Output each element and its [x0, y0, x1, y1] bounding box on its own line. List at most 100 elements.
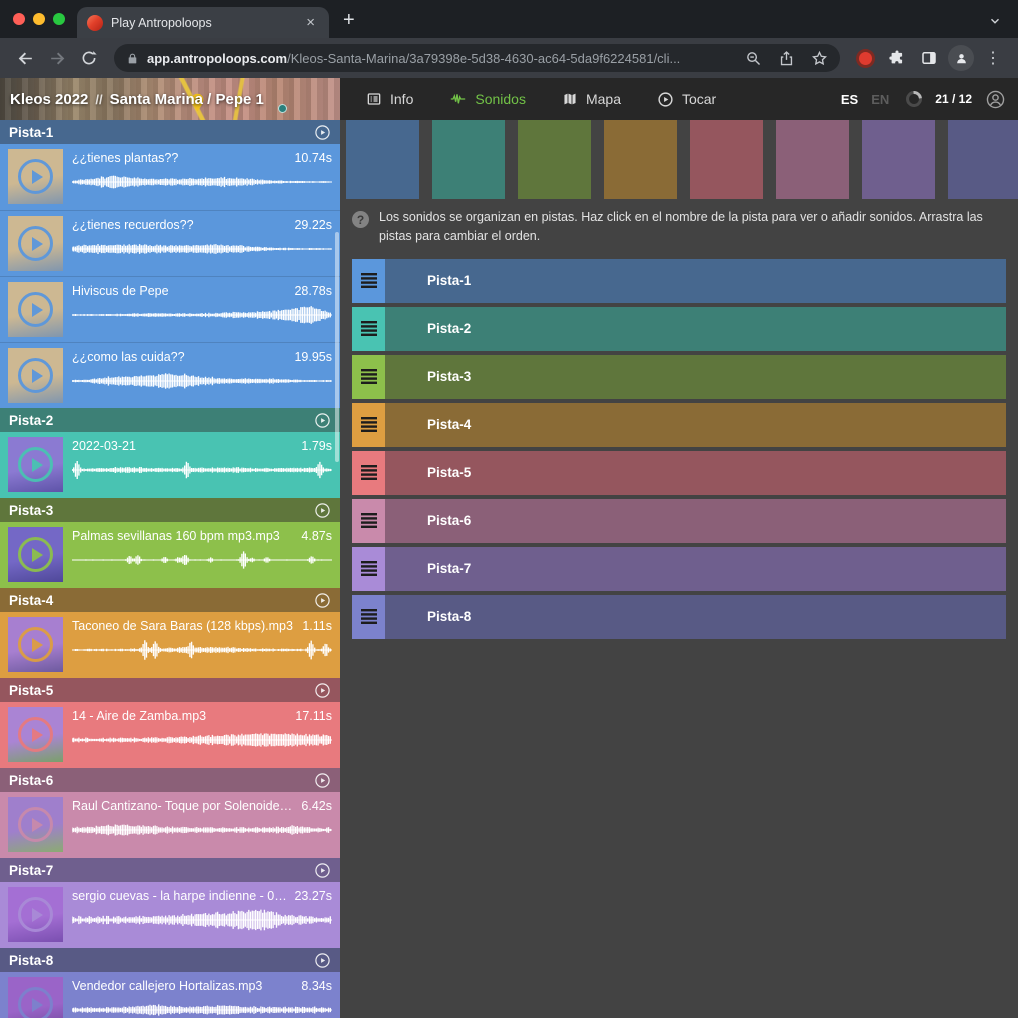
tab-close-icon[interactable]: × [302, 13, 319, 32]
drag-handle[interactable] [352, 595, 385, 639]
track-play-button[interactable] [314, 862, 331, 879]
drag-handle[interactable] [352, 499, 385, 543]
track-header[interactable]: Pista-4 [0, 588, 340, 612]
share-icon[interactable] [778, 50, 795, 67]
clip-play-button[interactable] [18, 358, 53, 393]
audio-clip[interactable]: ¿¿tienes plantas?? 10.74s [0, 144, 340, 210]
track-row[interactable]: Pista-5 [352, 451, 1006, 495]
track-header[interactable]: Pista-3 [0, 498, 340, 522]
clip-waveform[interactable] [72, 370, 332, 392]
track-header[interactable]: Pista-7 [0, 858, 340, 882]
nav-item-mapa[interactable]: Mapa [562, 91, 621, 107]
drag-handle[interactable] [352, 403, 385, 447]
clip-waveform[interactable] [72, 238, 332, 260]
track-color-swatch[interactable] [518, 120, 591, 199]
track-header[interactable]: Pista-8 [0, 948, 340, 972]
back-icon[interactable] [10, 43, 40, 73]
clip-waveform[interactable] [72, 459, 332, 481]
track-header[interactable]: Pista-5 [0, 678, 340, 702]
audio-clip[interactable]: Taconeo de Sara Baras (128 kbps).mp3 1.1… [0, 612, 340, 678]
browser-menu-kebab-icon[interactable]: ⋮ [978, 43, 1008, 73]
audio-clip[interactable]: Raul Cantizano- Toque por Solenoide.mp3 … [0, 792, 340, 858]
sidebar-scrollbar-thumb[interactable] [335, 232, 339, 462]
drag-handle[interactable] [352, 547, 385, 591]
track-row[interactable]: Pista-1 [352, 259, 1006, 303]
track-row[interactable]: Pista-3 [352, 355, 1006, 399]
language-es-button[interactable]: ES [841, 92, 858, 107]
audio-clip[interactable]: Vendedor callejero Hortalizas.mp3 8.34s [0, 972, 340, 1018]
window-close-button[interactable] [13, 13, 25, 25]
nav-item-sonidos[interactable]: Sonidos [449, 91, 526, 107]
drag-handle[interactable] [352, 355, 385, 399]
clip-play-button[interactable] [18, 807, 53, 842]
track-header[interactable]: Pista-2 [0, 408, 340, 432]
clip-play-button[interactable] [18, 627, 53, 662]
clip-waveform[interactable] [72, 909, 332, 931]
track-play-button[interactable] [314, 952, 331, 969]
clip-play-button[interactable] [18, 717, 53, 752]
track-header[interactable]: Pista-6 [0, 768, 340, 792]
audio-clip[interactable]: 2022-03-21 1.79s [0, 432, 340, 498]
track-color-swatch[interactable] [776, 120, 849, 199]
side-panel-icon[interactable] [914, 43, 944, 73]
audio-clip[interactable]: sergio cuevas - la harpe indienne - 03 -… [0, 882, 340, 948]
track-header[interactable]: Pista-1 [0, 120, 340, 144]
record-extension-icon[interactable] [850, 43, 880, 73]
language-en-button[interactable]: EN [871, 92, 889, 107]
url-bar[interactable]: app.antropoloops.com/Kleos-Santa-Marina/… [114, 44, 840, 72]
track-row[interactable]: Pista-7 [352, 547, 1006, 591]
clip-play-button[interactable] [18, 897, 53, 932]
track-row[interactable]: Pista-4 [352, 403, 1006, 447]
forward-icon[interactable] [42, 43, 72, 73]
clip-waveform[interactable] [72, 639, 332, 661]
clip-play-button[interactable] [18, 987, 53, 1018]
track-play-button[interactable] [314, 592, 331, 609]
track-row[interactable]: Pista-8 [352, 595, 1006, 639]
window-zoom-button[interactable] [53, 13, 65, 25]
nav-item-info[interactable]: Info [366, 91, 413, 107]
clip-play-button[interactable] [18, 292, 53, 327]
track-play-button[interactable] [314, 502, 331, 519]
track-play-button[interactable] [314, 412, 331, 429]
track-color-swatch[interactable] [862, 120, 935, 199]
track-color-swatch[interactable] [346, 120, 419, 199]
clip-play-button[interactable] [18, 159, 53, 194]
clip-waveform[interactable] [72, 304, 332, 326]
browser-tab[interactable]: Play Antropoloops × [77, 7, 329, 38]
audio-clip[interactable]: ¿¿como las cuida?? 19.95s [0, 342, 340, 408]
track-row[interactable]: Pista-6 [352, 499, 1006, 543]
clip-waveform[interactable] [72, 819, 332, 841]
track-play-button[interactable] [314, 772, 331, 789]
audio-clip[interactable]: Palmas sevillanas 160 bpm mp3.mp3 4.87s [0, 522, 340, 588]
nav-item-tocar[interactable]: Tocar [657, 91, 716, 108]
extensions-puzzle-icon[interactable] [882, 43, 912, 73]
track-play-button[interactable] [314, 682, 331, 699]
window-minimize-button[interactable] [33, 13, 45, 25]
clip-waveform[interactable] [72, 171, 332, 193]
track-color-swatch[interactable] [690, 120, 763, 199]
track-color-swatch[interactable] [604, 120, 677, 199]
audio-clip[interactable]: 14 - Aire de Zamba.mp3 17.11s [0, 702, 340, 768]
clip-waveform[interactable] [72, 729, 332, 751]
project-map-thumbnail[interactable]: Kleos 2022 // Santa Marina / Pepe 1 [0, 78, 340, 120]
bookmark-star-icon[interactable] [811, 50, 828, 67]
drag-handle[interactable] [352, 259, 385, 303]
zoom-out-icon[interactable] [745, 50, 762, 67]
browser-profile-avatar[interactable] [946, 43, 976, 73]
reload-icon[interactable] [74, 43, 104, 73]
track-row[interactable]: Pista-2 [352, 307, 1006, 351]
account-icon[interactable] [985, 89, 1006, 110]
tab-search-chevron-icon[interactable] [988, 14, 1002, 28]
track-play-button[interactable] [314, 124, 331, 141]
audio-clip[interactable]: Hiviscus de Pepe 28.78s [0, 276, 340, 342]
drag-handle[interactable] [352, 451, 385, 495]
clip-waveform[interactable] [72, 549, 332, 571]
track-color-swatch[interactable] [948, 120, 1018, 199]
audio-clip[interactable]: ¿¿tienes recuerdos?? 29.22s [0, 210, 340, 276]
lock-icon[interactable] [126, 52, 139, 65]
clip-waveform[interactable] [72, 999, 332, 1018]
drag-handle[interactable] [352, 307, 385, 351]
clip-play-button[interactable] [18, 226, 53, 261]
clip-play-button[interactable] [18, 537, 53, 572]
track-color-swatch[interactable] [432, 120, 505, 199]
